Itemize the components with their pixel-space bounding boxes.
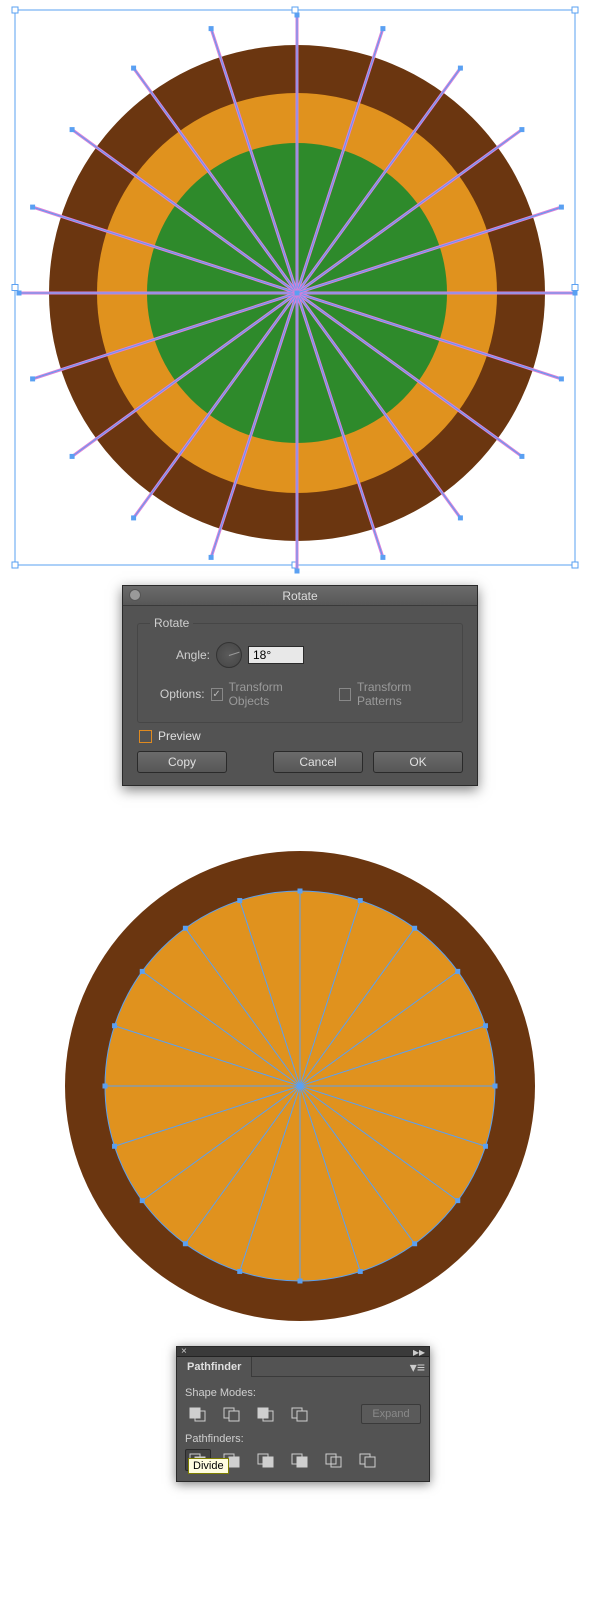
options-label: Options: xyxy=(150,687,205,701)
expand-button[interactable]: Expand xyxy=(361,1404,421,1424)
pathfinder-crop-icon[interactable] xyxy=(287,1449,313,1471)
dialog-titlebar[interactable]: Rotate xyxy=(123,586,477,606)
shape-mode-unite-icon[interactable] xyxy=(185,1403,211,1425)
pathfinders-label: Pathfinders: xyxy=(185,1433,421,1445)
pathfinder-outline-icon[interactable] xyxy=(321,1449,347,1471)
shape-mode-intersect-icon[interactable] xyxy=(253,1403,279,1425)
preview-label: Preview xyxy=(158,729,201,743)
close-icon[interactable] xyxy=(129,589,141,601)
panel-stripe[interactable]: × ▸▸ xyxy=(177,1347,429,1357)
ok-button[interactable]: OK xyxy=(373,751,463,773)
copy-button[interactable]: Copy xyxy=(137,751,227,773)
pathfinder-merge-icon[interactable] xyxy=(253,1449,279,1471)
pathfinder-minus-back-icon[interactable] xyxy=(355,1449,381,1471)
panel-menu-icon[interactable]: ▾≡ xyxy=(410,1359,425,1376)
shape-mode-exclude-icon[interactable] xyxy=(287,1403,313,1425)
shape-modes-label: Shape Modes: xyxy=(185,1387,421,1399)
transform-objects-checkbox[interactable] xyxy=(211,688,223,701)
cancel-button[interactable]: Cancel xyxy=(273,751,363,773)
tooltip-divide: Divide xyxy=(188,1458,229,1474)
panel-close-icon[interactable]: × xyxy=(181,1346,187,1357)
rotate-group: Rotate Angle: Options: Transform Objects… xyxy=(137,616,463,723)
pathfinder-tab[interactable]: Pathfinder xyxy=(177,1357,252,1377)
transform-objects-label: Transform Objects xyxy=(229,680,318,708)
angle-input[interactable] xyxy=(248,646,304,664)
artboard-1[interactable] xyxy=(0,0,600,585)
preview-checkbox[interactable] xyxy=(139,730,152,743)
dialog-title: Rotate xyxy=(282,589,317,603)
angle-dial-icon[interactable] xyxy=(216,642,242,668)
transform-patterns-checkbox[interactable] xyxy=(339,688,351,701)
rotate-dialog: Rotate Rotate Angle: Options: Transform … xyxy=(122,585,478,786)
group-legend: Rotate xyxy=(150,616,193,630)
transform-patterns-label: Transform Patterns xyxy=(357,680,450,708)
shape-mode-minus-front-icon[interactable] xyxy=(219,1403,245,1425)
angle-label: Angle: xyxy=(150,648,210,662)
artboard-2[interactable] xyxy=(0,836,600,1336)
